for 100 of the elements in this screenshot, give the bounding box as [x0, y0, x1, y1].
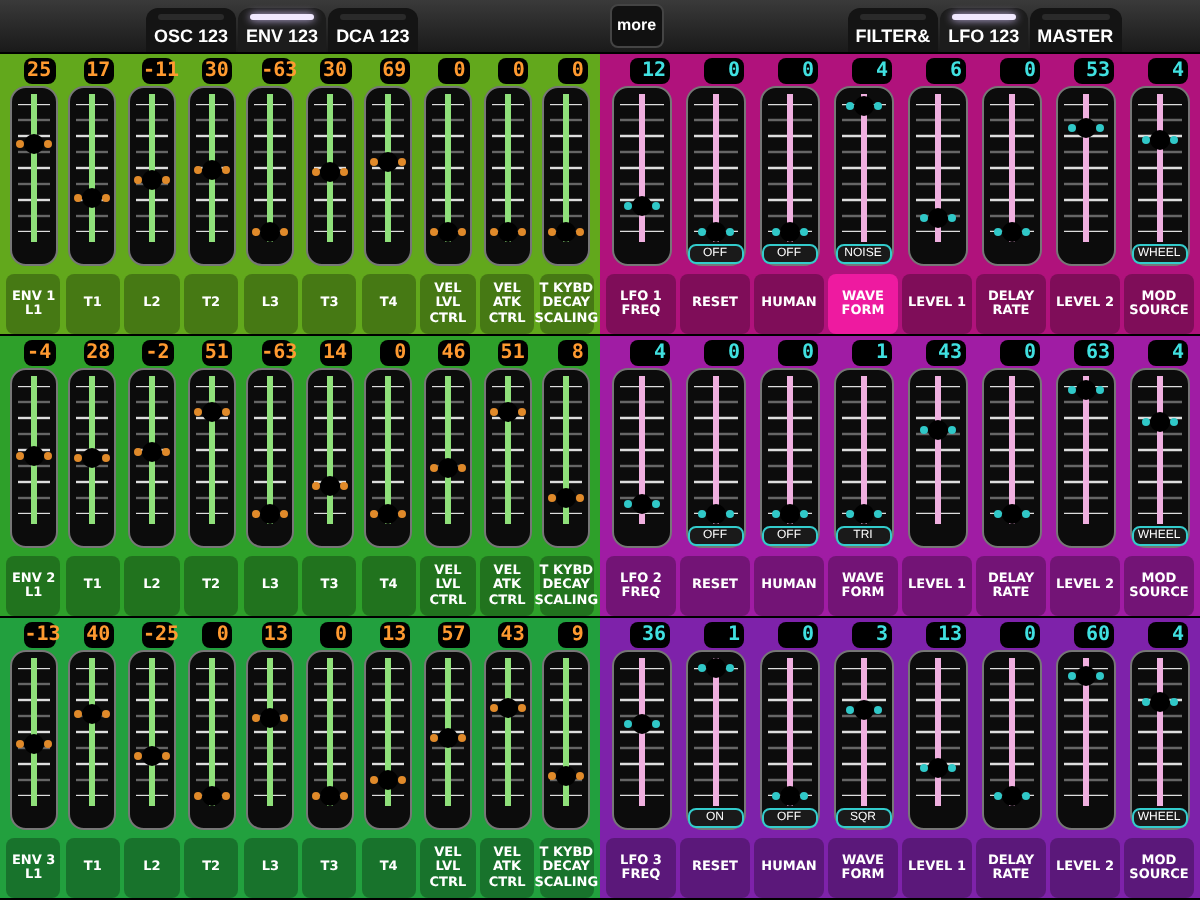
slider-thumb[interactable] — [1149, 692, 1169, 713]
slider-thumb[interactable] — [927, 757, 947, 778]
slider-track[interactable] — [705, 658, 725, 806]
slider-thumb[interactable] — [1075, 379, 1095, 400]
tab[interactable]: MASTER — [1029, 8, 1122, 52]
slider-track[interactable] — [853, 658, 873, 806]
slider-thumb[interactable] — [141, 746, 162, 767]
slider-thumb[interactable] — [631, 493, 651, 514]
slider-thumb[interactable] — [853, 504, 873, 524]
slider-thumb[interactable] — [260, 504, 281, 524]
slider-thumb[interactable] — [260, 222, 281, 242]
scale-marks — [841, 386, 885, 514]
slider-thumb[interactable] — [705, 658, 725, 678]
slider-thumb[interactable] — [705, 504, 725, 524]
slider-thumb[interactable] — [201, 402, 222, 423]
slider-track[interactable] — [1149, 376, 1169, 524]
slider-thumb[interactable] — [141, 169, 162, 190]
slider-thumb[interactable] — [556, 766, 577, 787]
slider-thumb[interactable] — [853, 700, 873, 721]
slider-thumb[interactable] — [260, 707, 281, 728]
slider-thumb[interactable] — [319, 786, 340, 806]
slider-thumb[interactable] — [1149, 411, 1169, 432]
slider-thumb[interactable] — [779, 786, 799, 806]
slider-track[interactable] — [853, 94, 873, 242]
slider-track[interactable] — [705, 376, 725, 524]
tab[interactable]: FILTER& — [847, 8, 939, 52]
slider-thumb[interactable] — [1001, 222, 1021, 242]
slider-thumb[interactable] — [927, 419, 947, 440]
slider-track[interactable] — [853, 376, 873, 524]
value-display: 0 — [557, 58, 588, 84]
slider-thumb[interactable] — [319, 475, 340, 496]
value-display: 0 — [704, 58, 744, 84]
slider-thumb[interactable] — [378, 770, 399, 791]
slider-track[interactable] — [779, 658, 799, 806]
slider-thumb[interactable] — [705, 222, 725, 242]
slider-thumb[interactable] — [23, 133, 44, 154]
slider-thumb[interactable] — [23, 734, 44, 755]
slider-thumb[interactable] — [1001, 504, 1021, 524]
slider-thumb[interactable] — [23, 445, 44, 466]
scale-marks — [1137, 386, 1181, 514]
scale-marks — [619, 386, 663, 514]
slider-thumb[interactable] — [631, 713, 651, 734]
slider-track[interactable] — [1001, 376, 1021, 524]
value-display: 13 — [261, 622, 292, 648]
value-display: 4 — [1148, 340, 1188, 366]
slider-thumb[interactable] — [1149, 129, 1169, 150]
slider-track[interactable] — [705, 94, 725, 242]
slider-thumb[interactable] — [201, 160, 222, 181]
scale-marks — [989, 386, 1033, 514]
slider-track[interactable] — [1149, 658, 1169, 806]
slider-thumb[interactable] — [853, 96, 873, 117]
slider-thumb[interactable] — [556, 488, 577, 509]
value-display: 63 — [1074, 340, 1114, 366]
slider-thumb[interactable] — [631, 196, 651, 217]
scale-marks — [915, 668, 959, 796]
tab[interactable]: DCA 123 — [328, 8, 418, 52]
value-display: 60 — [1074, 622, 1114, 648]
tab[interactable]: OSC 123 — [146, 8, 237, 52]
scale-marks — [1063, 386, 1107, 514]
scale-marks — [135, 104, 168, 232]
value-display: 0 — [379, 340, 411, 366]
value-display: 51 — [202, 340, 233, 366]
slider-track[interactable] — [1001, 94, 1021, 242]
slider-thumb[interactable] — [201, 786, 222, 806]
scale-marks — [1137, 668, 1181, 796]
scale-marks — [254, 668, 287, 796]
slider-thumb[interactable] — [141, 442, 162, 463]
slider-thumb[interactable] — [319, 161, 340, 182]
slider-thumb[interactable] — [927, 207, 947, 228]
value-display: 0 — [778, 58, 818, 84]
slider-thumb[interactable] — [497, 402, 518, 423]
value-display: 6 — [926, 58, 966, 84]
slider-thumb[interactable] — [497, 222, 518, 242]
slider-thumb[interactable] — [378, 504, 399, 524]
slider-track[interactable] — [779, 94, 799, 242]
slider-thumb[interactable] — [437, 222, 458, 242]
slider-thumb[interactable] — [437, 727, 458, 748]
slider-thumb[interactable] — [779, 504, 799, 524]
slider-thumb[interactable] — [82, 448, 103, 469]
value-display: 4 — [852, 58, 892, 84]
slider-track[interactable] — [1149, 94, 1169, 242]
value-display: 3 — [852, 622, 892, 648]
slider-track[interactable] — [779, 376, 799, 524]
value-display: 0 — [1000, 58, 1040, 84]
slider-thumb[interactable] — [82, 704, 103, 725]
slider-thumb[interactable] — [1075, 665, 1095, 686]
value-display: 0 — [438, 58, 470, 84]
slider-thumb[interactable] — [1001, 786, 1021, 806]
slider-thumb[interactable] — [497, 697, 518, 718]
scale-marks — [372, 668, 405, 796]
slider-thumb[interactable] — [556, 222, 577, 242]
slider-thumb[interactable] — [437, 457, 458, 478]
slider-thumb[interactable] — [82, 187, 103, 208]
slider-thumb[interactable] — [1075, 117, 1095, 138]
more-button[interactable]: more — [609, 4, 664, 48]
slider-thumb[interactable] — [378, 152, 399, 173]
scale-marks — [619, 668, 663, 796]
scale-marks — [841, 668, 885, 796]
slider-track[interactable] — [1001, 658, 1021, 806]
slider-thumb[interactable] — [779, 222, 799, 242]
